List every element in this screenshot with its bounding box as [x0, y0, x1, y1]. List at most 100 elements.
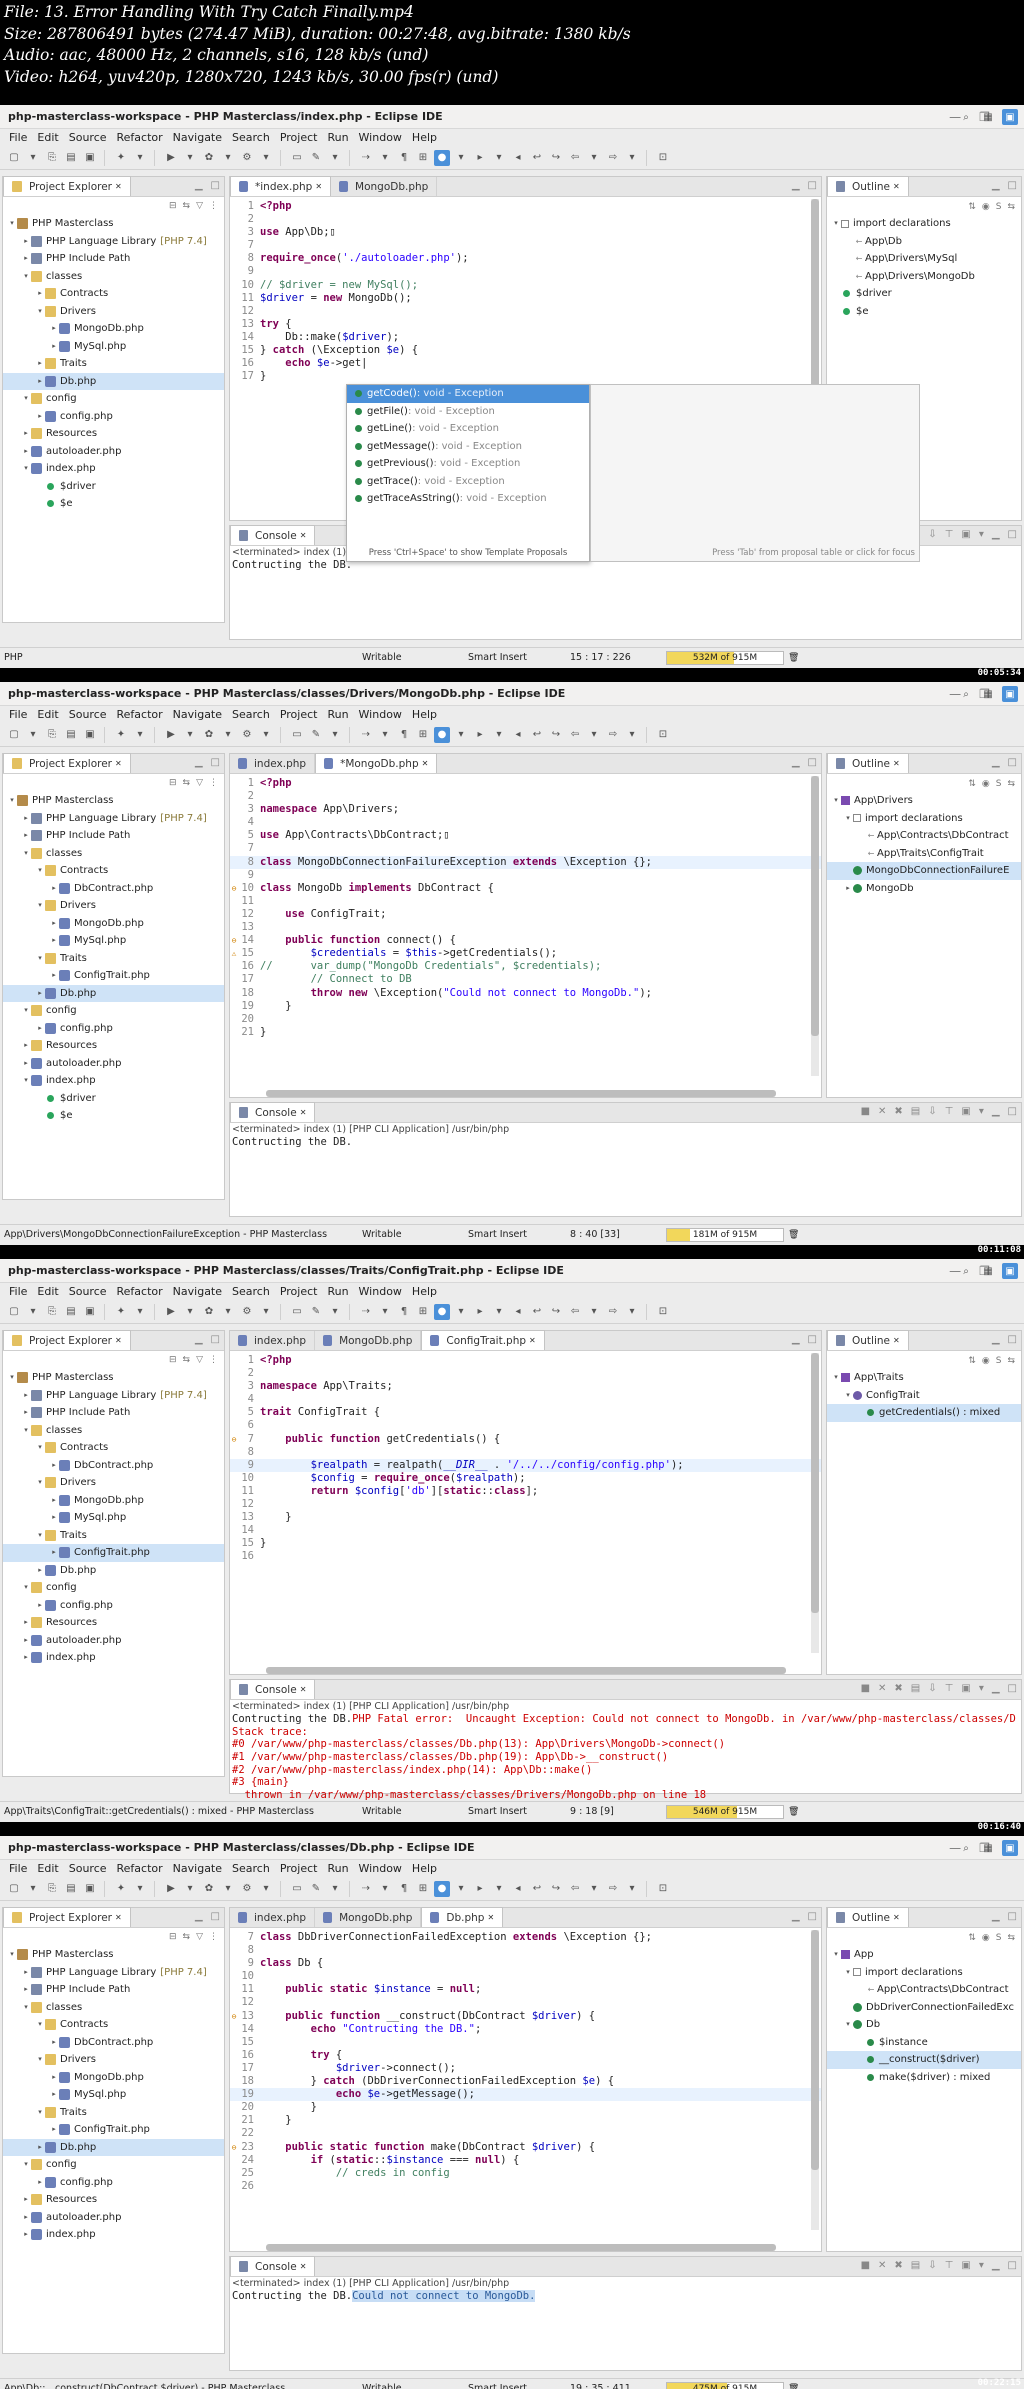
- code-line[interactable]: 10: [230, 1970, 821, 1983]
- tree-expand-icon[interactable]: ▾: [35, 897, 45, 915]
- code-line[interactable]: 2: [230, 1367, 821, 1380]
- toolbar-button-11-icon[interactable]: ✿: [201, 1304, 217, 1320]
- garbage-collect-icon[interactable]: 🗑: [788, 648, 799, 668]
- tree-expand-icon[interactable]: ▾: [831, 1946, 841, 1964]
- content-assist-item[interactable]: getPrevious() : void - Exception: [347, 455, 589, 473]
- tree-item-mongodb-php[interactable]: ▸ MongoDb.php: [3, 2069, 224, 2087]
- toolbar-button-13-icon[interactable]: ⚙: [239, 727, 255, 743]
- pin-icon[interactable]: ⊤: [945, 2260, 954, 2271]
- code-line[interactable]: 3 namespace App\Drivers;: [230, 803, 821, 816]
- tree-item-config[interactable]: ▾ config: [3, 1002, 224, 1020]
- tree-item-traits[interactable]: ▾ Traits: [3, 1527, 224, 1545]
- hide-fields-icon[interactable]: ◉: [982, 1356, 990, 1366]
- toolbar-button-28-icon[interactable]: ◂: [510, 150, 526, 166]
- tree-expand-icon[interactable]: ▾: [831, 215, 841, 233]
- menu-help[interactable]: Help: [409, 1283, 444, 1300]
- code-line[interactable]: 6: [230, 1419, 821, 1432]
- tree-expand-icon[interactable]: ▾: [843, 1964, 853, 1982]
- tree-expand-icon[interactable]: ▸: [21, 443, 31, 461]
- sort-icon[interactable]: ⇅: [968, 1933, 976, 1943]
- menu-window[interactable]: Window: [356, 129, 409, 146]
- tree-expand-icon[interactable]: ▾: [21, 1002, 31, 1020]
- tree-item-mongodb-php[interactable]: ▸ MongoDb.php: [3, 320, 224, 338]
- toolbar-button-14-icon[interactable]: ▾: [258, 1304, 274, 1320]
- minimize-icon[interactable]: ▁: [992, 180, 1000, 191]
- garbage-collect-icon[interactable]: 🗑: [788, 1225, 799, 1245]
- menu-source[interactable]: Source: [66, 706, 114, 723]
- php-perspective-icon[interactable]: ▣: [1002, 1840, 1018, 1856]
- editor-vertical-scrollbar[interactable]: [811, 776, 819, 1076]
- php-perspective-icon[interactable]: ▣: [1002, 686, 1018, 702]
- tree-item-php-language-library[interactable]: ▸ PHP Language Library [PHP 7.4]: [3, 1964, 224, 1982]
- code-line[interactable]: 20: [230, 1013, 821, 1026]
- tree-expand-icon[interactable]: ▸: [21, 810, 31, 828]
- content-assist-item[interactable]: getLine() : void - Exception: [347, 420, 589, 438]
- tree-expand-icon[interactable]: ▸: [49, 2121, 59, 2139]
- tree-expand-icon[interactable]: ▸: [21, 1981, 31, 1999]
- toolbar-button-34-icon[interactable]: ▾: [624, 150, 640, 166]
- toolbar-button-16-icon[interactable]: ▭: [289, 727, 305, 743]
- code-line[interactable]: 11 return $config['db'][static::class];: [230, 1485, 821, 1498]
- toolbar-button-4-icon[interactable]: ▣: [82, 150, 98, 166]
- remove-all-icon[interactable]: ✖: [894, 1106, 902, 1117]
- toolbar-button-23-icon[interactable]: ⊞: [415, 1881, 431, 1897]
- tree-item-classes[interactable]: ▾ classes: [3, 845, 224, 863]
- content-assist-item[interactable]: getTrace() : void - Exception: [347, 473, 589, 491]
- toolbar-button-32-icon[interactable]: ▾: [586, 1304, 602, 1320]
- tree-item-config-php[interactable]: ▸ config.php: [3, 1597, 224, 1615]
- code-line[interactable]: 17}: [230, 370, 821, 383]
- code-line[interactable]: 8: [230, 1446, 821, 1459]
- toolbar-button-18-icon[interactable]: ▾: [327, 150, 343, 166]
- editor-tab-db-php[interactable]: Db.php ✕: [421, 1907, 504, 1927]
- code-line[interactable]: 18 } catch (DbDriverConnectionFailedExce…: [230, 2075, 821, 2088]
- minimize-icon[interactable]: ▁: [792, 757, 800, 768]
- outline-item[interactable]: ← App\Traits\ConfigTrait: [827, 845, 1021, 863]
- toolbar-button-13-icon[interactable]: ⚙: [239, 1881, 255, 1897]
- minimize-icon[interactable]: ▁: [992, 1911, 1000, 1922]
- minimize-icon[interactable]: ▁: [992, 1106, 1000, 1117]
- code-line[interactable]: 1 <?php: [230, 1354, 821, 1367]
- toolbar-button-0-icon[interactable]: ▢: [6, 727, 22, 743]
- filter-icon[interactable]: ▽: [196, 1355, 203, 1365]
- tree-item-php-masterclass[interactable]: ▾ PHP Masterclass: [3, 215, 224, 233]
- remove-all-icon[interactable]: ✖: [894, 1683, 902, 1694]
- tree-expand-icon[interactable]: ▾: [35, 862, 45, 880]
- outline-item[interactable]: ▾ import declarations: [827, 810, 1021, 828]
- outline-item[interactable]: ▾ import declarations: [827, 215, 1021, 233]
- toolbar-button-25-icon[interactable]: ▾: [453, 727, 469, 743]
- outline-item[interactable]: ▾ ConfigTrait: [827, 1387, 1021, 1405]
- toolbar-button-10-icon[interactable]: ▾: [182, 727, 198, 743]
- tree-expand-icon[interactable]: ▾: [21, 845, 31, 863]
- tree-expand-icon[interactable]: ▾: [21, 390, 31, 408]
- link-icon[interactable]: ⇆: [1007, 1933, 1015, 1943]
- toolbar-button-36-icon[interactable]: ⊡: [655, 727, 671, 743]
- code-line[interactable]: 4: [230, 816, 821, 829]
- code-line[interactable]: 8: [230, 1944, 821, 1957]
- toolbar-button-32-icon[interactable]: ▾: [586, 727, 602, 743]
- maximize-icon[interactable]: □: [808, 1334, 817, 1345]
- sort-icon[interactable]: ⇅: [968, 779, 976, 789]
- code-line[interactable]: 1 <?php: [230, 777, 821, 790]
- tree-expand-icon[interactable]: ▸: [21, 2191, 31, 2209]
- terminate-icon[interactable]: ■: [861, 1106, 870, 1117]
- outline-item[interactable]: ▾ App\Traits: [827, 1369, 1021, 1387]
- hide-static-icon[interactable]: S: [996, 1933, 1002, 1943]
- search-icon[interactable]: ⌕: [958, 686, 974, 702]
- toolbar-button-10-icon[interactable]: ▾: [182, 1881, 198, 1897]
- toolbar-button-36-icon[interactable]: ⊡: [655, 1881, 671, 1897]
- menu-navigate[interactable]: Navigate: [170, 706, 229, 723]
- maximize-icon[interactable]: □: [1008, 529, 1017, 540]
- menu-edit[interactable]: Edit: [34, 1860, 65, 1877]
- tree-expand-icon[interactable]: ▸: [35, 285, 45, 303]
- code-line[interactable]: 25 // creds in config: [230, 2167, 821, 2180]
- tab-project-explorer[interactable]: Project Explorer ✕: [3, 1330, 131, 1350]
- toolbar-button-22-icon[interactable]: ¶: [396, 150, 412, 166]
- toolbar-button-14-icon[interactable]: ▾: [258, 727, 274, 743]
- code-line[interactable]: 17 $driver->connect();: [230, 2062, 821, 2075]
- toolbar-button-12-icon[interactable]: ▾: [220, 727, 236, 743]
- menu-source[interactable]: Source: [66, 1283, 114, 1300]
- menu-refactor[interactable]: Refactor: [114, 706, 170, 723]
- toolbar-button-31-icon[interactable]: ⇦: [567, 727, 583, 743]
- tree-item-php-language-library[interactable]: ▸ PHP Language Library [PHP 7.4]: [3, 1387, 224, 1405]
- toolbar-button-24-icon[interactable]: ●: [434, 1880, 450, 1897]
